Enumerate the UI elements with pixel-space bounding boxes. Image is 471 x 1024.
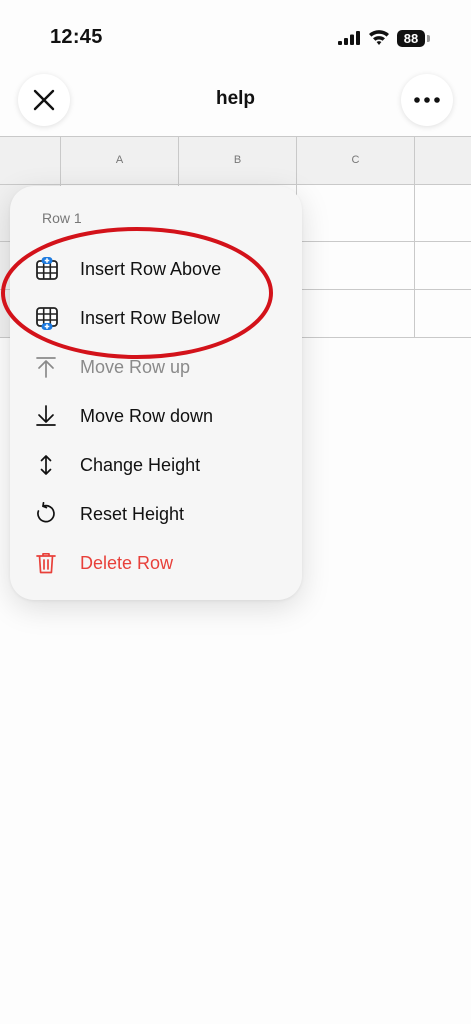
reset-arrow-icon <box>37 502 55 523</box>
wifi-icon <box>369 30 389 45</box>
reset-height-item[interactable]: Reset Height <box>34 494 294 534</box>
battery-level: 88 <box>397 30 425 47</box>
battery-tip <box>427 35 430 42</box>
row-context-menu: Row 1 Insert Row Above Insert Row Below <box>10 186 302 600</box>
grid-line <box>414 136 415 338</box>
move-row-up-item: Move Row up <box>34 347 294 387</box>
vertical-resize-icon <box>40 455 52 475</box>
column-header-a[interactable]: A <box>61 154 178 166</box>
cellular-signal-icon <box>338 31 360 45</box>
change-height-item[interactable]: Change Height <box>34 445 294 485</box>
ellipsis-icon <box>414 97 440 103</box>
reset-height-label: Reset Height <box>80 503 185 524</box>
arrow-down-bar-icon <box>36 405 56 426</box>
battery-indicator: 88 <box>397 30 431 47</box>
column-header-c[interactable]: C <box>297 154 414 166</box>
more-options-button[interactable] <box>401 74 453 126</box>
insert-row-below-label: Insert Row Below <box>80 307 221 328</box>
delete-row-label: Delete Row <box>80 552 174 573</box>
column-header-b[interactable]: B <box>179 154 296 166</box>
insert-row-above-label: Insert Row Above <box>80 258 222 279</box>
delete-row-item[interactable]: Delete Row <box>34 543 294 583</box>
insert-row-below-item[interactable]: Insert Row Below <box>34 298 294 338</box>
arrow-up-bar-icon <box>36 357 56 378</box>
move-row-up-label: Move Row up <box>80 356 191 377</box>
insert-row-above-item[interactable]: Insert Row Above <box>34 249 294 289</box>
change-height-label: Change Height <box>80 454 201 475</box>
status-time: 12:45 <box>50 26 103 48</box>
trash-icon <box>36 552 56 574</box>
insert-row-below-icon <box>36 307 58 330</box>
grid-line <box>0 136 471 137</box>
insert-row-above-icon <box>36 257 58 280</box>
move-row-down-item[interactable]: Move Row down <box>34 396 294 436</box>
grid-line <box>0 184 471 185</box>
move-row-down-label: Move Row down <box>80 405 214 426</box>
menu-title: Row 1 <box>42 210 82 226</box>
status-bar: 12:45 88 <box>0 0 471 70</box>
